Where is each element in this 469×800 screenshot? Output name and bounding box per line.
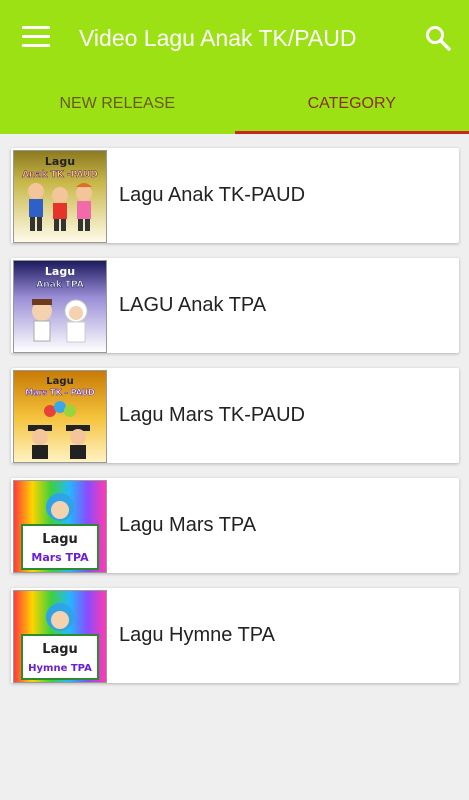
app-bar: Video Lagu Anak TK/PAUD NEW RELEASE CATE…: [0, 0, 469, 134]
list-item-lagu-mars-tpa[interactable]: Lagu Mars TPA Lagu Mars TPA: [11, 478, 459, 573]
thumb-text-2: Mars TPA: [31, 551, 89, 564]
thumb-text-1: Lagu: [42, 642, 78, 657]
item-label: LAGU Anak TPA: [119, 294, 267, 316]
item-label: Lagu Anak TK-PAUD: [119, 184, 306, 206]
lagu-mars-tpa-thumbnail: Lagu Mars TPA: [13, 480, 107, 573]
lagu-anak-tk-paud-thumbnail: Lagu Anak TK -PAUD: [13, 150, 107, 243]
item-label: Lagu Mars TPA: [119, 514, 257, 536]
list-item-lagu-anak-tk-paud[interactable]: Lagu Anak TK -PAUD Lagu Anak TK-PAUD: [11, 148, 459, 243]
menu-icon[interactable]: [22, 26, 50, 48]
category-list: Lagu Anak TK -PAUD Lagu Anak TK-PAUD Lag…: [11, 148, 459, 698]
thumb-text-1: Lagu: [42, 532, 78, 547]
tab-category[interactable]: CATEGORY: [234, 76, 469, 134]
thumb-text-2: Mars TK - PAUD: [25, 388, 95, 397]
lagu-anak-tpa-thumbnail: Lagu Anak TPA: [13, 260, 107, 353]
app-title: Video Lagu Anak TK/PAUD: [79, 25, 357, 51]
thumb-text-2: Anak TPA: [36, 280, 83, 290]
thumb-text-2: Anak TK -PAUD: [22, 170, 98, 180]
list-item-lagu-mars-tk-paud[interactable]: Lagu Mars TK - PAUD Lagu Mars TK-PAUD: [11, 368, 459, 463]
thumb-text-1: Lagu: [45, 155, 75, 168]
thumb-text-2: Hymne TPA: [28, 663, 92, 674]
item-label: Lagu Hymne TPA: [119, 624, 276, 646]
tab-new-release[interactable]: NEW RELEASE: [0, 76, 235, 134]
list-item-lagu-anak-tpa[interactable]: Lagu Anak TPA LAGU Anak TPA: [11, 258, 459, 353]
lagu-mars-tk-paud-thumbnail: Lagu Mars TK - PAUD: [13, 370, 107, 463]
tab-bar: NEW RELEASE CATEGORY: [0, 76, 469, 134]
thumb-text-1: Lagu: [46, 376, 73, 387]
search-icon[interactable]: [424, 24, 452, 52]
list-item-lagu-hymne-tpa[interactable]: Lagu Hymne TPA Lagu Hymne TPA: [11, 588, 459, 683]
thumb-text-1: Lagu: [45, 265, 75, 278]
lagu-hymne-tpa-thumbnail: Lagu Hymne TPA: [13, 590, 107, 683]
item-label: Lagu Mars TK-PAUD: [119, 404, 305, 426]
